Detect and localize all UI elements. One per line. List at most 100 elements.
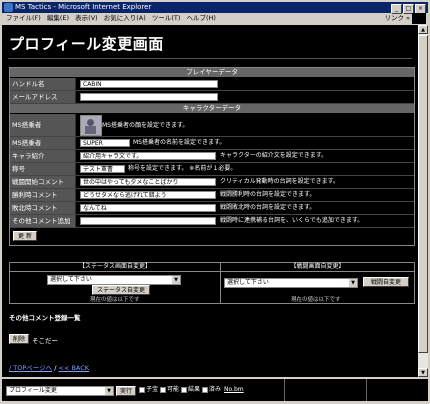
lose-input[interactable]: なんてね	[80, 204, 216, 212]
checkbox-4-label: 済み	[209, 386, 222, 393]
menu-bar: ファイル(F) 編集(E) 表示(V) お気に入り(A) ツール(T) ヘルプ(…	[2, 13, 428, 24]
status-select-value: 選択して下さい	[50, 276, 92, 283]
intro-label: キャラ紹介	[10, 150, 76, 162]
mail-label: メールアドレス	[10, 91, 76, 103]
bookmark-link[interactable]: No.bm	[224, 385, 244, 395]
rank-title-label: 称号	[10, 163, 76, 175]
pilot-name-label: MS搭乗者	[10, 137, 76, 149]
pilot-name-row: MS搭乗者 SUPER MS搭乗者の名前を設定できます。	[10, 137, 414, 150]
checkbox-1[interactable]	[139, 387, 145, 393]
menu-help[interactable]: ヘルプ(H)	[187, 14, 216, 22]
checkbox-3-label: 結果	[188, 386, 201, 393]
mail-row: メールアドレス	[10, 91, 414, 104]
player-data-header: プレイヤーデータ	[10, 68, 414, 78]
profile-form: プレイヤーデータ ハンドル名 CABIN メールアドレス キャラクターデータ M…	[9, 67, 415, 246]
menu-edit[interactable]: 編集(E)	[47, 14, 69, 22]
handle-row: ハンドル名 CABIN	[10, 78, 414, 91]
chevron-down-icon: ▼	[172, 276, 180, 284]
win-label: 勝利時コメント	[10, 189, 76, 201]
pilot-name-input[interactable]: SUPER	[80, 139, 130, 147]
status-current-value: 現在の値は以下です	[90, 297, 140, 303]
rank-title-input[interactable]: テスト軍曹	[80, 165, 125, 173]
bottom-frame: プロフィール変更 ▼ 実行 子宝 可能 結果 済み No.bm	[2, 379, 428, 401]
status-change-box: 【ステータス画面自変更】 選択して下さい ▼ ステータス自変更 現在の値は以下です	[9, 262, 221, 304]
other-comment-label: その他コメント追加	[10, 215, 76, 227]
menu-file[interactable]: ファイル(F)	[6, 14, 41, 22]
battle-start-label: 戦闘開始コメント	[10, 176, 76, 188]
status-divider	[366, 379, 367, 401]
battle-change-header: 【戦闘画面自変更】	[221, 263, 414, 272]
vertical-scrollbar[interactable]: ▲ ▼	[418, 25, 428, 377]
checkbox-1-label: 子宝	[146, 386, 159, 393]
pilot-face-label: MS搭乗者	[10, 114, 76, 136]
page-title: プロフィール変更画面	[9, 35, 164, 53]
pilot-face-row: MS搭乗者 MS搭乗者の顔を設定できます。	[10, 114, 414, 137]
other-comment-row: その他コメント追加 戦闘時に連携補る台詞を、いくらでも追加できます。	[10, 215, 414, 228]
footer-separator: /	[54, 364, 57, 372]
battle-change-box: 【戦闘画面自変更】 選択して下さい ▼ 戦闘自変更 現在の値は以下です	[220, 262, 415, 304]
command-select[interactable]: プロフィール変更 ▼	[6, 386, 114, 396]
pilot-name-note: MS搭乗者の名前を設定できます。	[133, 139, 226, 146]
intro-input[interactable]: 紹介用キャラ文です。	[80, 152, 216, 160]
handle-label: ハンドル名	[10, 78, 76, 90]
win-input[interactable]: どうせタメなら逃げれて錯よう	[80, 191, 216, 199]
chevron-down-icon: ▼	[105, 387, 113, 395]
delete-comment-button[interactable]: 削除	[9, 334, 29, 344]
handle-input[interactable]: CABIN	[80, 80, 218, 88]
lose-label: 敗北時コメント	[10, 202, 76, 214]
battle-start-input[interactable]: 世の中はやっても夕メなことばかり	[80, 178, 216, 186]
scroll-up-icon[interactable]: ▲	[418, 25, 428, 34]
back-link[interactable]: << BACK	[59, 364, 90, 372]
intro-row: キャラ紹介 紹介用キャラ文です。 キャラクターの紹介文を設定できます。	[10, 150, 414, 163]
scroll-thumb[interactable]	[418, 35, 428, 353]
title-row: 称号 テスト軍曹 称号を設定できます。 ※名前が１必要。	[10, 163, 414, 176]
mail-input[interactable]	[80, 93, 218, 101]
menu-tools[interactable]: ツール(T)	[152, 14, 181, 22]
command-select-value: プロフィール変更	[9, 387, 57, 394]
checkbox-2-label: 可能	[167, 386, 180, 393]
checkbox-2[interactable]	[160, 387, 166, 393]
top-page-link[interactable]: / TOPページへ	[9, 364, 52, 372]
battle-start-row: 戦闘開始コメント 世の中はやっても夕メなことばかり クリティカル発動時の台詞を設…	[10, 176, 414, 189]
status-divider	[284, 379, 285, 401]
battle-change-button[interactable]: 戦闘自変更	[363, 277, 409, 287]
win-note: 戦闘勝利時の台詞を設定できます。	[220, 191, 316, 198]
ie-app-icon	[4, 3, 13, 12]
status-select[interactable]: 選択して下さい ▼	[47, 275, 181, 285]
battle-current-value: 現在の値は以下です	[291, 297, 341, 303]
links-toolbar[interactable]: リンク »	[384, 13, 410, 24]
page-content: プロフィール変更画面 プレイヤーデータ ハンドル名 CABIN メールアドレス …	[2, 25, 418, 377]
character-data-header: キャラクターデータ	[10, 104, 414, 114]
intro-note: キャラクターの紹介文を設定できます。	[220, 152, 328, 159]
comment-list-title: その他コメント登録一覧	[9, 314, 81, 322]
lose-note: 戦闘敗北時の台詞を設定できます。	[220, 204, 316, 211]
other-comment-note: 戦闘時に連携補る台詞を、いくらでも追加できます。	[220, 217, 364, 224]
window-title: MS Tactics - Microsoft Internet Explorer	[15, 3, 152, 11]
checkbox-4[interactable]	[202, 387, 208, 393]
battle-select-value: 選択して下さい	[227, 279, 269, 286]
rank-title-note: 称号を設定できます。 ※名前が１必要。	[128, 165, 237, 172]
title-divider	[8, 58, 412, 59]
browser-window: MS Tactics - Microsoft Internet Explorer…	[0, 0, 430, 404]
title-bar: MS Tactics - Microsoft Internet Explorer…	[2, 2, 428, 14]
pilot-avatar[interactable]	[80, 115, 102, 136]
windows-logo-icon	[412, 13, 426, 24]
update-row: 更 新	[10, 228, 414, 245]
pilot-face-note: MS搭乗者の顔を設定できます。	[102, 122, 189, 129]
execute-button[interactable]: 実行	[116, 386, 136, 396]
battle-select[interactable]: 選択して下さい ▼	[224, 278, 358, 288]
status-change-button[interactable]: ステータス自変更	[92, 285, 150, 295]
menu-view[interactable]: 表示(V)	[75, 14, 98, 22]
comment-item: そこだー	[32, 337, 58, 345]
chevron-down-icon: ▼	[349, 279, 357, 287]
update-button[interactable]: 更 新	[13, 231, 37, 241]
other-comment-input[interactable]	[80, 217, 216, 225]
scroll-down-icon[interactable]: ▼	[418, 368, 428, 377]
menu-favorites[interactable]: お気に入り(A)	[104, 14, 146, 22]
lose-row: 敗北時コメント なんてね 戦闘敗北時の台詞を設定できます。	[10, 202, 414, 215]
win-row: 勝利時コメント どうせタメなら逃げれて錯よう 戦闘勝利時の台詞を設定できます。	[10, 189, 414, 202]
battle-start-note: クリティカル発動時の台詞を設定できます。	[220, 178, 340, 185]
checkbox-3[interactable]	[181, 387, 187, 393]
status-change-header: 【ステータス画面自変更】	[10, 263, 220, 272]
footer-nav: / TOPページへ / << BACK	[9, 362, 89, 372]
